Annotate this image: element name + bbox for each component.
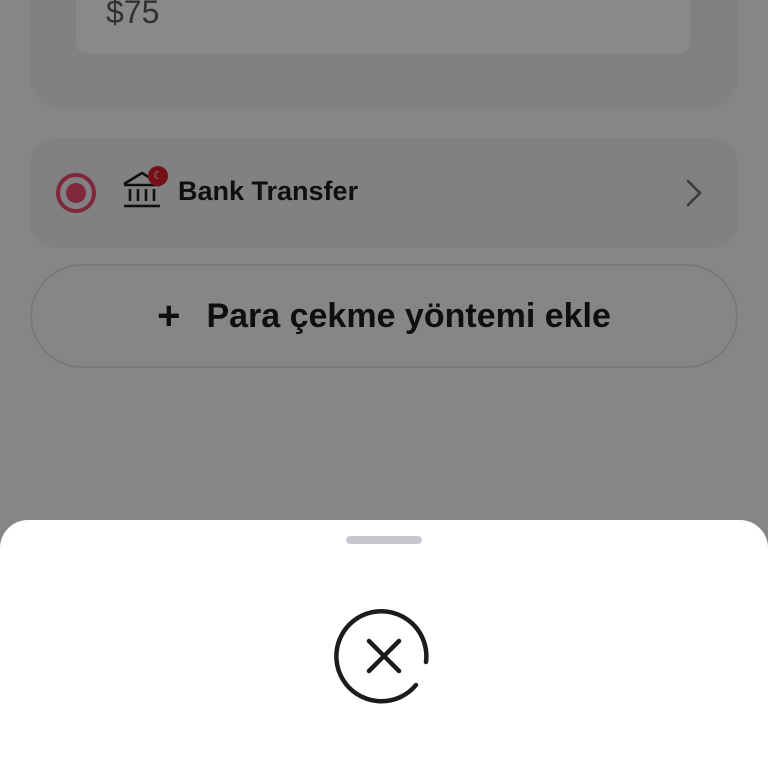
sheet-drag-handle[interactable]	[346, 536, 422, 544]
bottom-sheet	[0, 520, 768, 768]
close-circle-loading-icon	[334, 609, 429, 704]
